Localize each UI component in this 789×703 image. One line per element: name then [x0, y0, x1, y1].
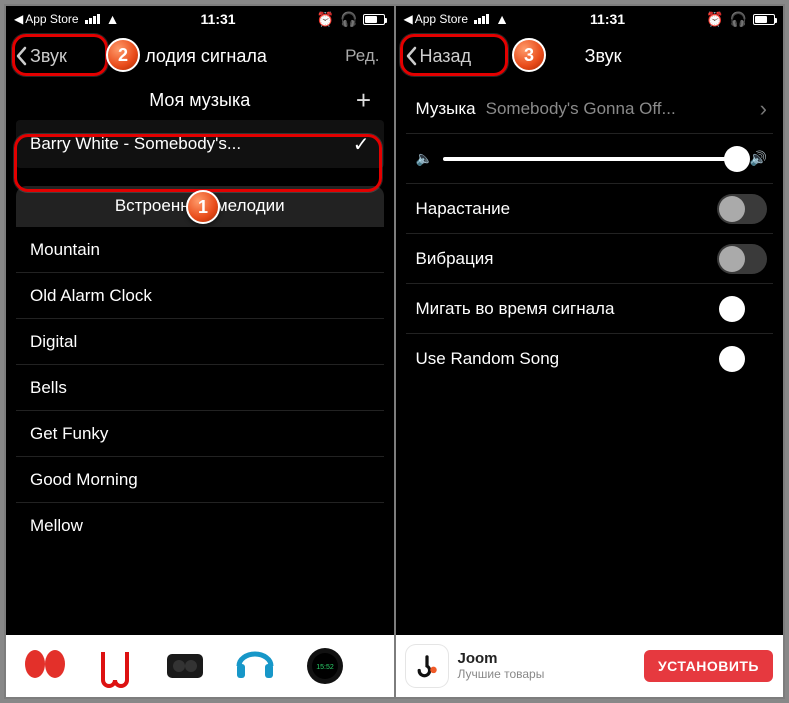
- builtin-header: Встроенные мелодии: [16, 186, 384, 226]
- music-label: Музыка: [416, 99, 476, 119]
- edit-button[interactable]: Ред.: [337, 46, 387, 66]
- vibration-label: Вибрация: [416, 249, 494, 269]
- status-bar: ◀ App Store ▲ 11:31 ⏰ 🎧: [396, 6, 784, 32]
- phone-right: ◀ App Store ▲ 11:31 ⏰ 🎧 Назад Звук: [396, 6, 784, 697]
- volume-slider-row: 🔈 🔊: [406, 134, 774, 184]
- fade-in-toggle[interactable]: [717, 194, 767, 224]
- flash-label: Мигать во время сигнала: [416, 299, 615, 319]
- speaker-high-icon: 🔊: [750, 150, 767, 167]
- alarm-icon: ⏰: [317, 11, 334, 28]
- selected-track-label: Barry White - Somebody's...: [30, 134, 241, 154]
- nav-bar: Назад Звук: [396, 32, 784, 80]
- signal-icon: [85, 14, 100, 24]
- ad-subtitle: Лучшие товары: [458, 668, 634, 682]
- nav-bar: Звук лодия сигнала Ред.: [6, 32, 394, 80]
- volume-slider[interactable]: [443, 157, 740, 161]
- wifi-icon: ▲: [495, 11, 509, 27]
- back-button[interactable]: Назад: [402, 44, 480, 69]
- random-row: Use Random Song: [406, 334, 774, 384]
- music-value: Somebody's Gonna Off...: [486, 99, 756, 119]
- fade-in-label: Нарастание: [416, 199, 511, 219]
- battery-icon: [753, 14, 775, 25]
- breadcrumb-appstore[interactable]: ◀ App Store: [14, 12, 79, 26]
- ad-product-icon: [84, 641, 146, 691]
- melody-item[interactable]: Good Morning: [16, 456, 384, 502]
- page-title: лодия сигнала: [75, 46, 337, 67]
- selected-track-row[interactable]: Barry White - Somebody's... ✓: [16, 120, 384, 168]
- my-music-header: Моя музыка +: [16, 80, 384, 120]
- clock: 11:31: [590, 11, 625, 27]
- ad-product-icon: [14, 641, 76, 691]
- music-row[interactable]: Музыка Somebody's Gonna Off... ›: [406, 84, 774, 134]
- ad-banner-joom[interactable]: Joom Лучшие товары УСТАНОВИТЬ: [396, 635, 784, 697]
- install-button[interactable]: УСТАНОВИТЬ: [644, 650, 773, 682]
- joom-logo-icon: [406, 645, 448, 687]
- speaker-low-icon: 🔈: [416, 150, 433, 167]
- ad-title: Joom: [458, 650, 634, 667]
- melody-item[interactable]: Mountain: [16, 226, 384, 272]
- melody-item[interactable]: Mellow: [16, 502, 384, 548]
- back-label: Назад: [420, 46, 472, 67]
- fade-in-row: Нарастание: [406, 184, 774, 234]
- check-icon: ✓: [353, 132, 370, 157]
- melody-item[interactable]: Digital: [16, 318, 384, 364]
- alarm-icon: ⏰: [706, 11, 723, 28]
- slider-thumb[interactable]: [724, 146, 750, 172]
- breadcrumb-appstore[interactable]: ◀ App Store: [404, 12, 469, 26]
- add-music-button[interactable]: +: [350, 86, 378, 114]
- melody-list: Mountain Old Alarm Clock Digital Bells G…: [16, 226, 384, 548]
- battery-icon: [363, 14, 385, 25]
- clock: 11:31: [201, 11, 236, 27]
- back-label: Звук: [30, 46, 67, 67]
- ad-product-icon: [154, 641, 216, 691]
- chevron-right-icon: ›: [760, 96, 767, 122]
- svg-text:15:52: 15:52: [316, 664, 334, 671]
- ad-product-icon: [224, 641, 286, 691]
- wifi-icon: ▲: [106, 11, 120, 27]
- page-title: Звук: [479, 46, 727, 67]
- phone-left: ◀ App Store ▲ 11:31 ⏰ 🎧 Звук лодия сигна…: [6, 6, 394, 697]
- melody-item[interactable]: Bells: [16, 364, 384, 410]
- flash-row: Мигать во время сигнала: [406, 284, 774, 334]
- back-button[interactable]: Звук: [12, 44, 75, 69]
- flash-toggle[interactable]: [717, 294, 767, 324]
- ad-banner-products[interactable]: 15:52: [6, 635, 394, 697]
- vibration-row: Вибрация: [406, 234, 774, 284]
- melody-item[interactable]: Get Funky: [16, 410, 384, 456]
- headphones-icon: 🎧: [340, 11, 357, 28]
- signal-icon: [474, 14, 489, 24]
- random-label: Use Random Song: [416, 349, 560, 369]
- random-toggle[interactable]: [717, 344, 767, 374]
- melody-item[interactable]: Old Alarm Clock: [16, 272, 384, 318]
- headphones-icon: 🎧: [730, 11, 747, 28]
- status-bar: ◀ App Store ▲ 11:31 ⏰ 🎧: [6, 6, 394, 32]
- ad-product-icon: 15:52: [294, 641, 356, 691]
- vibration-toggle[interactable]: [717, 244, 767, 274]
